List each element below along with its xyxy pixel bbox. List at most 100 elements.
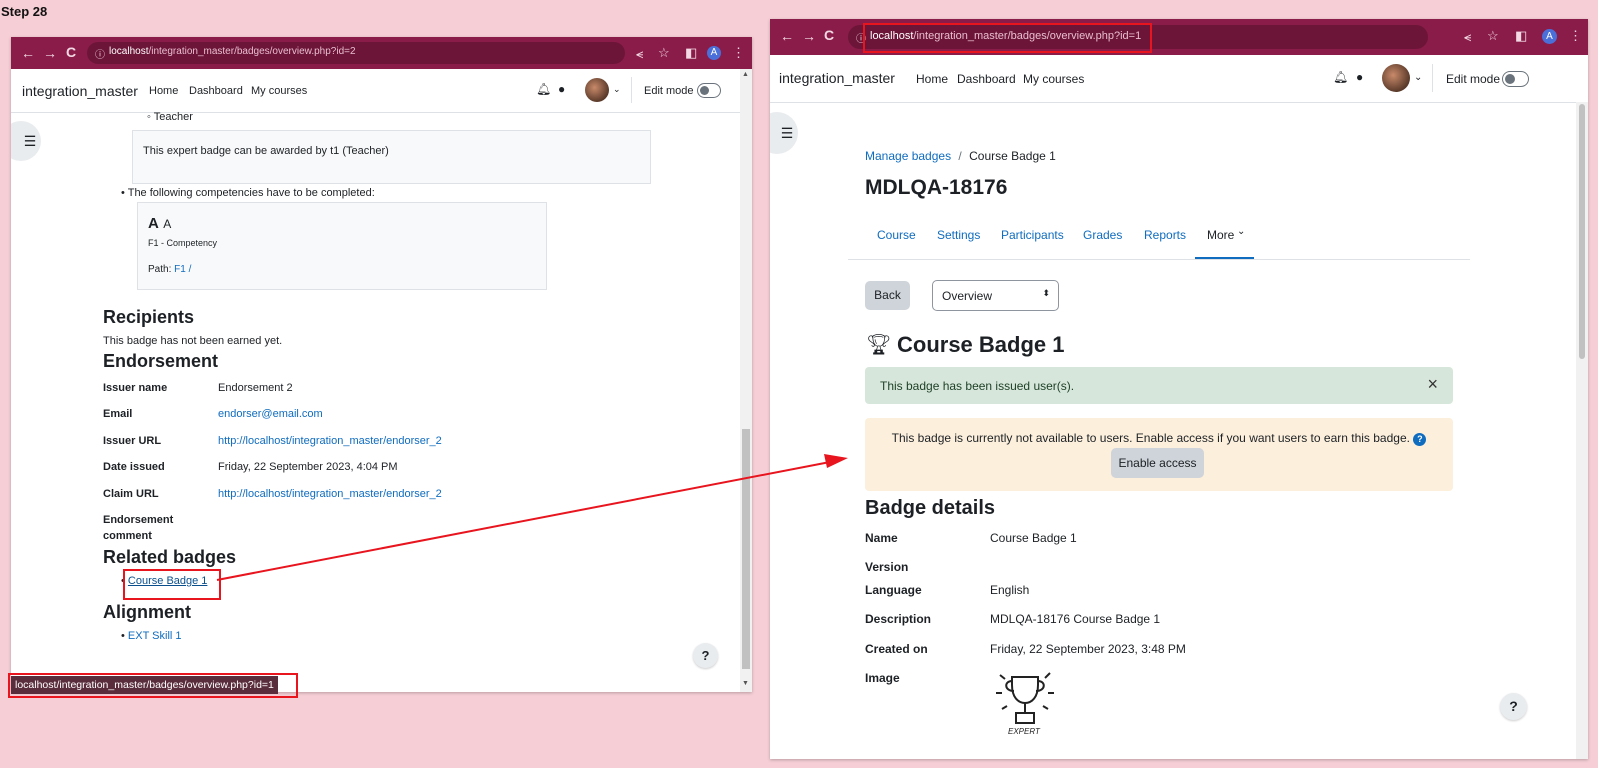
chat-icon[interactable]: ● [558, 82, 565, 96]
nav-home[interactable]: Home [149, 85, 178, 97]
right-moodle-navbar: integration_master Home Dashboard My cou… [770, 55, 1588, 103]
chat-icon[interactable]: ● [1356, 70, 1363, 84]
profile-avatar-icon[interactable]: A [707, 46, 721, 60]
secondary-nav: Course Settings Participants Grades Repo… [848, 215, 1470, 260]
site-name[interactable]: integration_master [779, 70, 895, 86]
right-browser-window: ← → C ⓘ localhost/integration_master/bad… [770, 19, 1588, 759]
forward-arrow-icon[interactable]: → [43, 45, 57, 61]
left-address-bar[interactable]: ⓘ localhost/integration_master/badges/ov… [87, 42, 625, 64]
menu-dots-icon[interactable]: ⋮ [1569, 28, 1582, 44]
endorsement-comment-label-1: Endorsement [103, 514, 174, 526]
forward-arrow-icon[interactable]: → [802, 28, 816, 44]
edit-mode-toggle[interactable] [1502, 71, 1529, 87]
right-scrollbar[interactable] [1576, 102, 1588, 759]
course-index-drawer-button[interactable]: ☰ [11, 121, 41, 161]
bell-icon[interactable]: 🔔︎ [536, 82, 551, 96]
close-icon[interactable]: × [1427, 374, 1438, 395]
left-scrollbar-thumb[interactable] [742, 429, 750, 669]
alignment-link[interactable]: EXT Skill 1 [128, 630, 182, 642]
back-arrow-icon[interactable]: ← [21, 45, 35, 61]
scroll-down-arrow-icon[interactable]: ▼ [742, 680, 749, 687]
back-button[interactable]: Back [865, 281, 910, 310]
detail-image-label: Image [865, 671, 900, 685]
menu-dots-icon[interactable]: ⋮ [732, 45, 745, 61]
select-arrows-icon: ⬍ [1042, 288, 1050, 298]
star-icon[interactable]: ☆ [658, 45, 670, 61]
reload-icon[interactable]: C [66, 44, 76, 60]
breadcrumb-manage-badges[interactable]: Manage badges [865, 149, 951, 163]
detail-description-value: MDLQA-18176 Course Badge 1 [990, 612, 1161, 626]
right-scrollbar-thumb[interactable] [1579, 104, 1585, 359]
detail-name-label: Name [865, 531, 898, 545]
overview-select[interactable]: Overview ⬍ [932, 280, 1059, 311]
breadcrumb-current: Course Badge 1 [969, 149, 1056, 163]
alignment-heading: Alignment [103, 602, 191, 622]
user-avatar[interactable] [1382, 64, 1410, 92]
user-avatar[interactable] [585, 78, 609, 102]
path-link-f1[interactable]: F1 [174, 264, 186, 275]
tab-more[interactable]: More ⌄ [1195, 215, 1254, 259]
scroll-up-arrow-icon[interactable]: ▲ [742, 71, 749, 78]
nav-dashboard[interactable]: Dashboard [957, 72, 1016, 86]
badge-image: EXPERT [990, 667, 1060, 739]
side-panel-icon[interactable]: ◧ [1515, 28, 1527, 44]
side-panel-icon[interactable]: ◧ [685, 45, 697, 61]
tab-grades[interactable]: Grades [1083, 228, 1122, 242]
breadcrumb: Manage badges / Course Badge 1 [865, 149, 1056, 163]
email-link[interactable]: endorser@email.com [218, 408, 323, 420]
list-icon: ☰ [780, 125, 794, 141]
nav-my-courses[interactable]: My courses [1023, 72, 1084, 86]
tab-course[interactable]: Course [877, 228, 916, 242]
share-icon[interactable]: ⪪ [1464, 29, 1471, 45]
chevron-down-icon[interactable]: ⌄ [1414, 72, 1422, 83]
left-scrollbar[interactable]: ▲ ▼ [740, 69, 752, 692]
profile-avatar-icon[interactable]: A [1542, 29, 1557, 44]
help-button[interactable]: ? [1500, 693, 1527, 720]
step-label: Step 28 [1, 4, 48, 19]
help-button[interactable]: ? [693, 643, 718, 668]
claim-url-label: Claim URL [103, 488, 159, 500]
badge-trophy-icon: 🏆︎ [866, 334, 892, 356]
tab-settings[interactable]: Settings [937, 228, 980, 242]
detail-created-label: Created on [865, 642, 928, 656]
detail-name-value: Course Badge 1 [990, 531, 1077, 545]
competency-subtitle: F1 - Competency [148, 238, 218, 248]
chevron-down-icon: ⌄ [1237, 226, 1246, 237]
star-icon[interactable]: ☆ [1487, 28, 1499, 44]
help-info-icon[interactable]: ? [1413, 433, 1427, 446]
nav-dashboard[interactable]: Dashboard [189, 85, 243, 97]
edit-mode-label: Edit mode [1446, 72, 1501, 86]
back-arrow-icon[interactable]: ← [780, 28, 794, 44]
detail-language-label: Language [865, 583, 922, 597]
right-address-highlight [863, 23, 1152, 53]
share-icon[interactable]: ⪪ [636, 46, 643, 62]
tab-participants[interactable]: Participants [1001, 228, 1064, 242]
recipients-heading: Recipients [103, 307, 195, 327]
left-moodle-navbar: integration_master Home Dashboard My cou… [11, 69, 752, 113]
nav-my-courses[interactable]: My courses [251, 85, 307, 97]
issuer-url-link[interactable]: http://localhost/integration_master/endo… [218, 435, 442, 447]
site-name[interactable]: integration_master [22, 83, 138, 99]
reload-icon[interactable]: C [824, 27, 834, 43]
navbar-divider [1432, 64, 1433, 92]
navbar-divider [631, 77, 632, 103]
bell-icon[interactable]: 🔔︎ [1333, 70, 1348, 84]
claim-url-link[interactable]: http://localhost/integration_master/endo… [218, 488, 442, 500]
course-index-drawer-button[interactable]: ☰ [770, 112, 798, 154]
award-note-box: This expert badge can be awarded by t1 (… [132, 130, 651, 184]
endorsement-heading: Endorsement [103, 351, 219, 371]
competency-box: A A F1 - Competency Path: F1 / [137, 202, 547, 290]
left-status-url-highlight [8, 673, 298, 698]
date-issued-value: Friday, 22 September 2023, 4:04 PM [218, 461, 398, 473]
nav-home[interactable]: Home [916, 72, 948, 86]
issuer-url-label: Issuer URL [103, 435, 162, 447]
tab-reports[interactable]: Reports [1144, 228, 1186, 242]
enable-access-button[interactable]: Enable access [1111, 448, 1204, 478]
badge-image-text: EXPERT [1008, 727, 1040, 736]
edit-mode-toggle[interactable] [697, 83, 721, 98]
url-host: localhost [109, 46, 149, 57]
endorsement-comment-label-2: comment [103, 530, 152, 542]
detail-version-label: Version [865, 560, 909, 574]
chevron-down-icon[interactable]: ⌄ [613, 84, 621, 95]
warning-alert-text: This badge is currently not available to… [865, 431, 1453, 446]
